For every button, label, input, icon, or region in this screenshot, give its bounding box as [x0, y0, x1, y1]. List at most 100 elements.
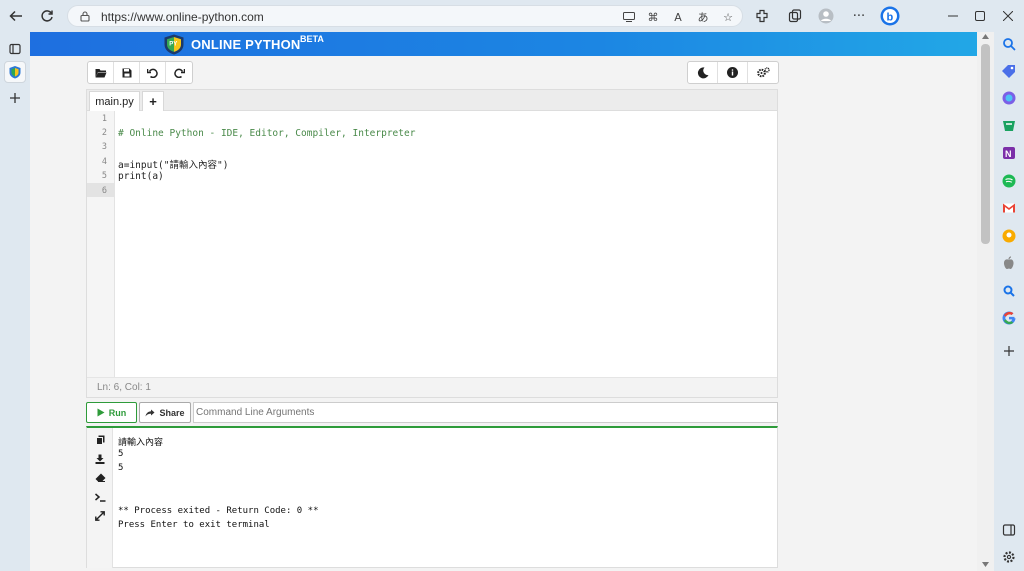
tab-main-py[interactable]: main.py	[89, 91, 140, 111]
back-arrow-icon	[9, 10, 22, 22]
info-button[interactable]	[718, 62, 748, 83]
settings-button[interactable]	[748, 62, 778, 83]
address-bar[interactable]: https://www.online-python.com ⌘ A あ ☆	[67, 5, 743, 27]
line-number: 5	[101, 171, 107, 181]
expand-icon[interactable]	[94, 510, 106, 522]
code-line[interactable]: print(a)	[118, 171, 164, 182]
eraser-icon[interactable]	[94, 472, 106, 484]
beta-badge: BETA	[300, 34, 324, 44]
scroll-down-icon[interactable]	[982, 562, 989, 567]
profile-icon[interactable]	[817, 7, 835, 25]
url-text[interactable]: https://www.online-python.com	[101, 10, 264, 24]
refresh-button[interactable]	[35, 4, 59, 28]
undo-button[interactable]	[140, 62, 166, 83]
refresh-icon	[41, 10, 53, 22]
translate-icon[interactable]: あ	[695, 9, 711, 25]
cursor-position: Ln: 6, Col: 1	[97, 382, 151, 393]
play-icon	[97, 408, 105, 417]
line-number: 2	[101, 128, 107, 138]
editor-status-bar: Ln: 6, Col: 1	[87, 377, 777, 397]
python-shield-logo[interactable]: PY	[163, 34, 185, 55]
output-terminal[interactable]: 請輸入內容 5 5 ** Process exited - Return Cod…	[86, 426, 778, 568]
scrollbar-thumb[interactable]	[981, 44, 990, 244]
search-icon[interactable]	[1002, 37, 1016, 51]
share-icon	[145, 409, 155, 416]
line-number: 4	[101, 157, 107, 167]
copilot-icon[interactable]	[1002, 91, 1016, 105]
line-number: 1	[101, 114, 107, 124]
copy-icon[interactable]	[94, 434, 106, 446]
copilot-icon[interactable]: b	[880, 6, 900, 26]
keep-icon[interactable]	[1002, 229, 1016, 243]
open-file-button[interactable]	[88, 62, 114, 83]
active-tab-favicon[interactable]	[4, 61, 26, 83]
new-tab-icon[interactable]	[4, 87, 26, 109]
games-icon[interactable]	[1002, 119, 1016, 133]
terminal-toolbar	[87, 428, 113, 568]
favorite-add-icon[interactable]: ☆	[720, 9, 736, 25]
collections-icon[interactable]	[786, 7, 804, 25]
close-icon[interactable]	[999, 7, 1017, 25]
save-icon	[122, 68, 131, 77]
save-button[interactable]	[114, 62, 140, 83]
browser-toolbar: https://www.online-python.com ⌘ A あ ☆ ··…	[0, 0, 1024, 32]
share-label: Share	[159, 407, 185, 418]
editor-tab-bar: main.py +	[87, 90, 777, 111]
scroll-up-icon[interactable]	[982, 34, 989, 39]
dark-mode-icon	[697, 66, 708, 78]
terminal-line: ** Process exited - Return Code: 0 **	[118, 506, 319, 516]
vertical-tab-strip	[0, 32, 30, 571]
info-icon	[727, 67, 738, 78]
share-button[interactable]: Share	[139, 402, 191, 423]
google-icon[interactable]	[1002, 311, 1016, 325]
extensions-grid-icon[interactable]: ⌘	[645, 9, 661, 25]
code-editor[interactable]: main.py + 1 2 3 4 5 6 # Online Python - …	[86, 89, 778, 398]
read-aloud-icon[interactable]: A	[670, 9, 686, 25]
terminal-line: 5	[118, 463, 124, 473]
shopping-icon[interactable]	[1002, 64, 1016, 78]
run-button[interactable]: Run	[86, 402, 137, 423]
more-icon[interactable]: ···	[850, 7, 868, 25]
code-line-comment[interactable]: # Online Python - IDE, Editor, Compiler,…	[118, 128, 415, 139]
app-available-icon[interactable]	[621, 9, 637, 25]
minimize-icon[interactable]	[944, 7, 962, 25]
code-line[interactable]: a=input("請輸入內容")	[118, 157, 228, 171]
svg-text:b: b	[887, 12, 894, 24]
search-app-icon[interactable]	[1002, 284, 1016, 298]
terminal-line: 5	[118, 449, 124, 459]
download-icon[interactable]	[94, 453, 106, 465]
file-toolbar	[87, 61, 193, 84]
redo-button[interactable]	[166, 62, 192, 83]
site-title[interactable]: ONLINE PYTHON	[191, 37, 301, 52]
redo-icon	[173, 68, 185, 78]
maximize-icon[interactable]	[971, 7, 989, 25]
page-content: PY ONLINE PYTHON BETA main.py + 1 2 3 4 …	[30, 32, 977, 571]
terminal-icon[interactable]	[94, 491, 106, 503]
lock-icon	[79, 10, 91, 22]
extensions-icon[interactable]	[753, 7, 771, 25]
back-button[interactable]	[4, 4, 28, 28]
add-tab-button[interactable]: +	[142, 91, 164, 111]
settings-icon[interactable]	[1002, 550, 1016, 564]
gmail-icon[interactable]	[1002, 201, 1016, 215]
run-bar: Run Share	[86, 402, 778, 423]
line-number: 6	[101, 186, 107, 196]
page-scrollbar[interactable]	[977, 32, 994, 571]
undo-icon	[147, 68, 158, 78]
apple-icon[interactable]	[1002, 256, 1016, 270]
svg-text:N: N	[1005, 149, 1012, 159]
sidebar-toggle-icon[interactable]	[1002, 523, 1016, 537]
terminal-line: Press Enter to exit terminal	[118, 520, 270, 530]
settings-icon	[756, 67, 770, 78]
tab-actions-icon[interactable]	[4, 38, 26, 60]
onenote-icon[interactable]: N	[1002, 146, 1016, 160]
command-line-arguments-input[interactable]	[193, 402, 778, 423]
site-header: PY ONLINE PYTHON BETA	[30, 32, 977, 56]
line-number: 3	[101, 142, 107, 152]
view-toolbar	[687, 61, 779, 84]
add-icon[interactable]	[1002, 344, 1016, 358]
dark-mode-button[interactable]	[688, 62, 718, 83]
run-label: Run	[108, 407, 127, 418]
line-number-gutter: 1 2 3 4 5 6	[87, 111, 115, 377]
spotify-icon[interactable]	[1002, 174, 1016, 188]
